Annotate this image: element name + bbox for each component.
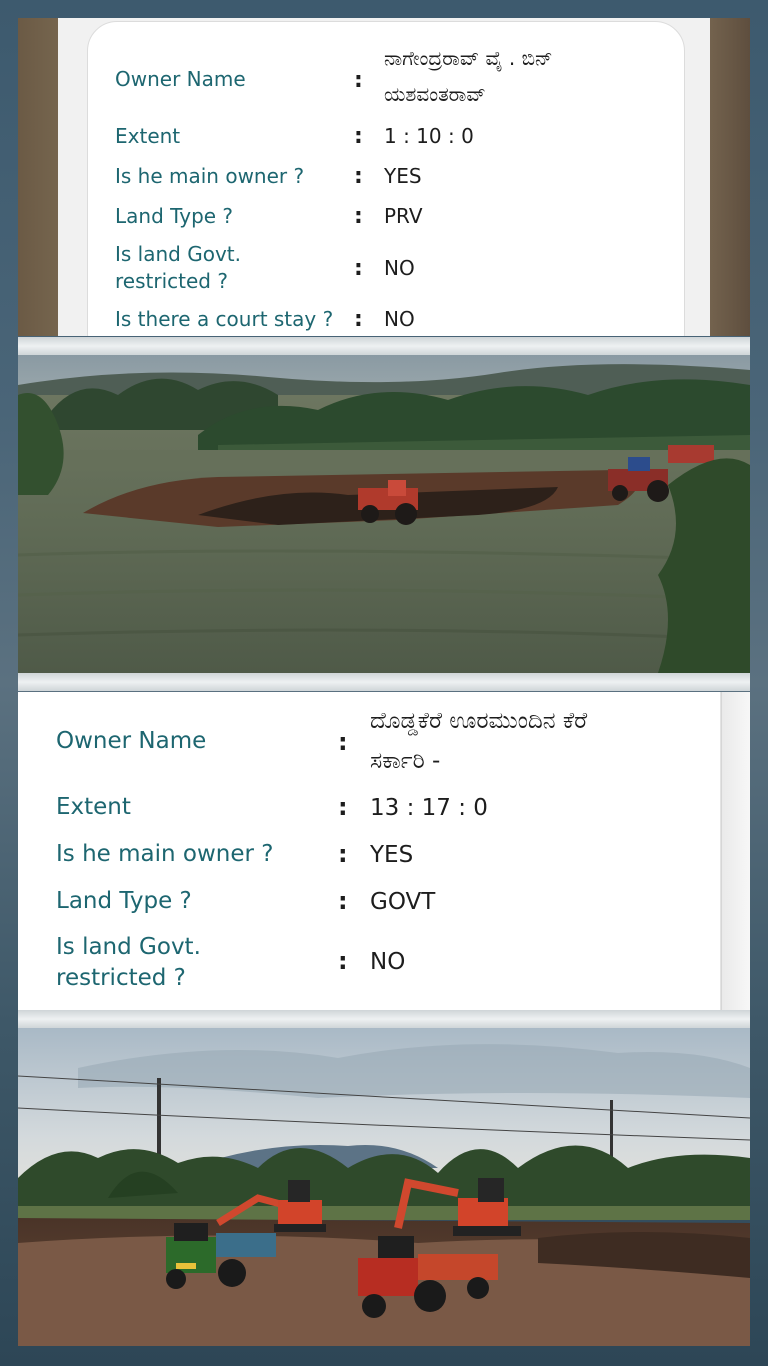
- farmland-photo-image: [18, 355, 750, 673]
- land-type-value: PRV: [384, 204, 423, 228]
- colon-separator: :: [354, 204, 363, 229]
- colon-separator: :: [354, 124, 363, 149]
- land-type-label: Land Type ?: [56, 888, 192, 914]
- colon-separator: :: [354, 68, 363, 93]
- colon-separator: :: [354, 256, 363, 281]
- court-stay-value: NO: [384, 307, 415, 331]
- colon-separator: :: [338, 947, 348, 975]
- card-edge: [721, 692, 750, 1010]
- land-type-value: GOVT: [370, 889, 436, 915]
- divider: [18, 337, 750, 355]
- land-type-label: Land Type ?: [115, 204, 234, 228]
- govt-restricted-label-line-1: Is land Govt.: [56, 934, 201, 960]
- colon-separator: :: [338, 840, 348, 868]
- farmland-photo: [18, 355, 750, 673]
- owner-name-label: Owner Name: [56, 728, 207, 754]
- colon-separator: :: [354, 307, 363, 332]
- divider: [18, 1010, 750, 1028]
- main-owner-value: YES: [370, 842, 414, 868]
- owner-name-value-line-2: ಸರ್ಕಾರಿ -: [370, 748, 441, 774]
- govt-restricted-label-line-1: Is land Govt.: [115, 242, 241, 266]
- colon-separator: :: [338, 793, 348, 821]
- colon-separator: :: [338, 728, 348, 756]
- owner-name-value-line-1: ದೊಡ್ಡಕೆರೆ ಊರಮುಂದಿನ ಕೆರೆ: [370, 708, 588, 734]
- main-owner-label: Is he main owner ?: [115, 164, 305, 188]
- main-owner-label: Is he main owner ?: [56, 841, 274, 867]
- owner-name-value-line-1: ನಾಗೇಂದ್ರರಾವ್ ವೈ . ಬಿನ್: [384, 46, 553, 70]
- colon-separator: :: [354, 164, 363, 189]
- land-record-card-1: Owner Name : ನಾಗೇಂದ್ರರಾವ್ ವೈ . ಬಿನ್ ಯಶವಂ…: [18, 18, 750, 336]
- excavation-photo: [18, 1028, 750, 1346]
- land-record-card-2: Owner Name : ದೊಡ್ಡಕೆರೆ ಊರಮುಂದಿನ ಕೆರೆ ಸರ್…: [18, 692, 750, 1010]
- owner-name-label: Owner Name: [115, 67, 246, 91]
- excavation-photo-image: [18, 1028, 750, 1346]
- colon-separator: :: [338, 887, 348, 915]
- divider: [18, 673, 750, 691]
- court-stay-label: Is there a court stay ?: [115, 307, 334, 331]
- govt-restricted-value: NO: [370, 949, 406, 975]
- extent-label: Extent: [115, 124, 181, 148]
- govt-restricted-label-line-2: restricted ?: [56, 965, 186, 991]
- govt-restricted-label-line-2: restricted ?: [115, 269, 228, 293]
- extent-value: 13 : 17 : 0: [370, 795, 488, 821]
- extent-value: 1 : 10 : 0: [384, 124, 474, 148]
- owner-name-value-line-2: ಯಶವಂತರಾವ್: [384, 82, 486, 106]
- extent-label: Extent: [56, 794, 131, 820]
- govt-restricted-value: NO: [384, 256, 415, 280]
- main-owner-value: YES: [384, 164, 422, 188]
